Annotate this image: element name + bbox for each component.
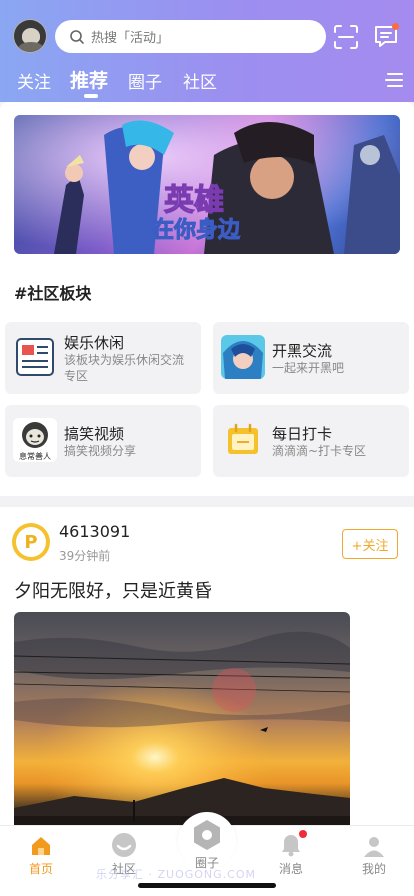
search-placeholder: 热搜「活动」 (91, 31, 170, 46)
menu-icon[interactable] (384, 70, 404, 90)
active-tab-indicator (84, 94, 98, 98)
banner-artwork: 英雄 在你身边 (14, 115, 400, 254)
section-divider (0, 496, 414, 507)
section-title: #社区板块 (14, 284, 92, 303)
bell-icon (261, 830, 321, 858)
profile-icon (344, 830, 404, 858)
home-icon (11, 830, 71, 858)
home-indicator (138, 883, 276, 888)
tab-circle[interactable]: 圈子 (128, 68, 162, 93)
board-desc: 搞笑视频分享 (64, 444, 137, 458)
message-icon[interactable] (372, 22, 400, 50)
scan-icon[interactable] (333, 24, 359, 50)
board-card-gaming[interactable]: 开黑交流 一起来开黑吧 (213, 322, 409, 394)
board-name: 开黑交流 (272, 342, 333, 360)
tabbar-messages[interactable]: 消息 (261, 830, 321, 877)
post-image[interactable] (14, 612, 350, 825)
board-name: 娱乐休闲 (64, 334, 125, 352)
post-author-avatar[interactable]: P (12, 523, 50, 561)
post-time: 39分钟前 (59, 549, 111, 563)
post-text: 夕阳无限好，只是近黄昏 (14, 581, 212, 602)
message-badge (392, 23, 399, 30)
top-header: 热搜「活动」 关注 推荐 圈子 社区 (0, 0, 414, 102)
feed-content: 英雄 在你身边 #社区板块 娱乐休闲 该板块为娱乐休闲交流专区 开黑交流 一起来… (0, 102, 414, 825)
tabbar-label: 首页 (28, 862, 53, 876)
header-tabs: 关注 推荐 圈子 社区 (0, 64, 414, 98)
community-icon (94, 830, 154, 858)
tabbar-circle[interactable]: 圈子 (177, 820, 237, 871)
game-character-thumb (221, 335, 265, 379)
calendar-icon (221, 418, 265, 462)
tab-community[interactable]: 社区 (183, 68, 217, 93)
board-name: 搞笑视频 (64, 425, 125, 443)
tab-recommend[interactable]: 推荐 (70, 66, 108, 93)
follow-button[interactable]: +关注 (342, 529, 398, 559)
post-username[interactable]: 4613091 (59, 522, 130, 541)
user-avatar[interactable] (13, 19, 47, 53)
tabbar-home[interactable]: 首页 (11, 830, 71, 877)
search-bar[interactable]: 热搜「活动」 (55, 20, 326, 53)
board-card-funny-video[interactable]: 息常善人 搞笑视频 搞笑视频分享 (5, 405, 201, 477)
tabbar-label: 我的 (361, 862, 386, 876)
board-name: 每日打卡 (272, 425, 333, 443)
board-card-entertainment[interactable]: 娱乐休闲 该板块为娱乐休闲交流专区 (5, 322, 201, 394)
board-desc: 该板块为娱乐休闲交流专区 (64, 353, 185, 383)
watermark: 乐分享汇 · ZUOGONG.COM (96, 868, 256, 881)
tab-follow[interactable]: 关注 (17, 68, 51, 93)
board-desc: 滴滴滴~打卡专区 (272, 444, 367, 458)
tabbar-label: 消息 (278, 862, 303, 876)
meme-caption: 息常善人 (19, 451, 51, 461)
hero-banner[interactable]: 英雄 在你身边 (14, 115, 400, 254)
newspaper-icon (13, 335, 57, 379)
meme-face-thumb: 息常善人 (13, 418, 57, 462)
board-card-checkin[interactable]: 每日打卡 滴滴滴~打卡专区 (213, 405, 409, 477)
message-dot (299, 830, 307, 838)
board-desc: 一起来开黑吧 (272, 361, 345, 375)
search-icon (69, 29, 85, 45)
svg-text:在你身边: 在你身边 (152, 217, 241, 243)
circle-hexagon-icon (177, 820, 237, 852)
tabbar-profile[interactable]: 我的 (344, 830, 404, 877)
svg-text:英雄: 英雄 (164, 183, 224, 218)
